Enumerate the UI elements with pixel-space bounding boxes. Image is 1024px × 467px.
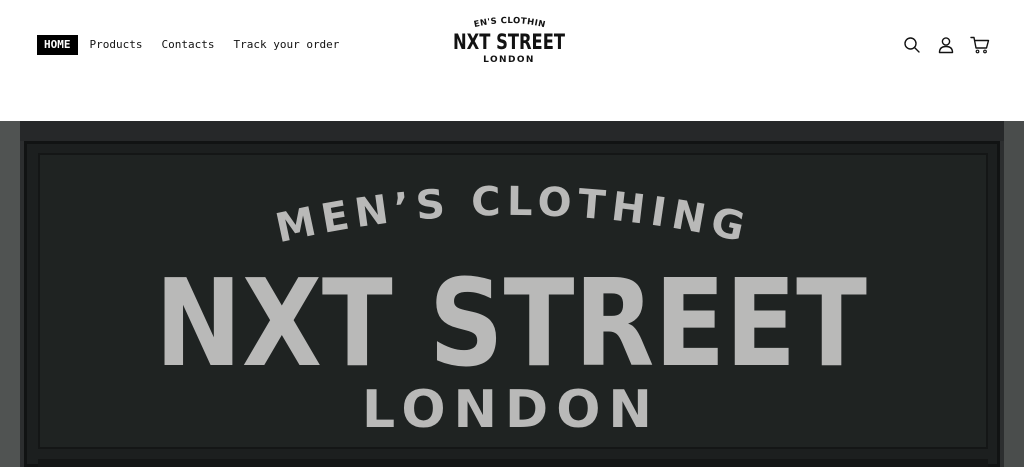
nav-track-order[interactable]: Track your order bbox=[226, 35, 346, 55]
header-icons bbox=[888, 35, 990, 55]
hero-top-text: MEN’S CLOTHING bbox=[272, 179, 755, 252]
search-icon[interactable] bbox=[902, 35, 922, 55]
logo-main-text: NXT STREET bbox=[453, 30, 566, 54]
logo-bottom-text: LONDON bbox=[483, 55, 535, 65]
hero-main-text: NXT STREET bbox=[155, 255, 867, 394]
hero-banner: MEN’S CLOTHING NXT STREET LONDON bbox=[0, 121, 1024, 467]
nav-contacts[interactable]: Contacts bbox=[154, 35, 221, 55]
hero-signage: MEN’S CLOTHING NXT STREET LONDON bbox=[155, 179, 867, 440]
main-nav: HOME Products Contacts Track your order bbox=[37, 35, 351, 55]
account-icon[interactable] bbox=[936, 35, 956, 55]
hero-bottom-text: LONDON bbox=[362, 380, 660, 440]
nav-products[interactable]: Products bbox=[83, 35, 150, 55]
nav-home[interactable]: HOME bbox=[37, 35, 78, 55]
site-logo[interactable]: MEN'S CLOTHING NXT STREET LONDON bbox=[451, 14, 567, 66]
site-header: HOME Products Contacts Track your order … bbox=[0, 0, 1024, 121]
logo-top-text: MEN'S CLOTHING bbox=[451, 14, 546, 30]
cart-icon[interactable] bbox=[970, 35, 990, 55]
